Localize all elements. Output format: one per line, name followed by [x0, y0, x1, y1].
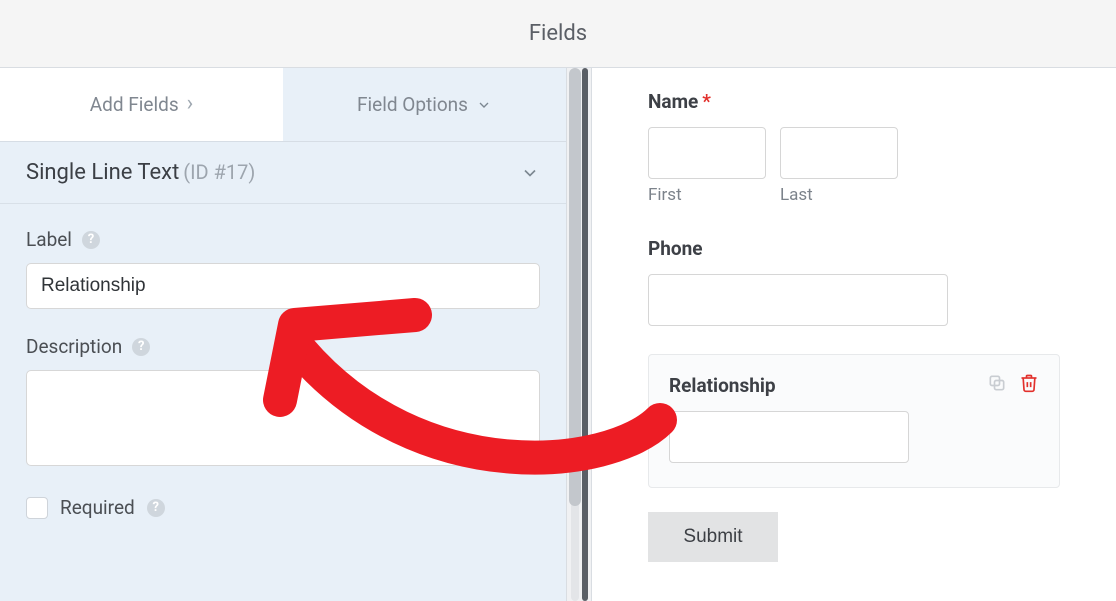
- label-heading-row: Label ?: [26, 228, 540, 251]
- last-sublabel: Last: [780, 185, 898, 205]
- tab-field-options-label: Field Options: [357, 93, 468, 116]
- description-input[interactable]: [26, 370, 540, 466]
- first-name-input[interactable]: [648, 127, 766, 179]
- duplicate-icon[interactable]: [987, 373, 1007, 397]
- required-checkbox[interactable]: [26, 497, 48, 519]
- field-type-label: Single Line Text: [26, 160, 179, 185]
- first-name-wrap: First: [648, 127, 766, 205]
- form-preview: Name * First Last Phone Relationship: [592, 68, 1116, 601]
- page-title: Fields: [529, 21, 587, 46]
- name-field-label: Name *: [648, 90, 1060, 113]
- description-heading-row: Description ?: [26, 335, 540, 358]
- page-header: Fields: [0, 0, 1116, 68]
- main-layout: Add Fields Field Options Single Line Tex…: [0, 68, 1116, 601]
- label-input[interactable]: [26, 263, 540, 309]
- resize-handle[interactable]: [582, 68, 588, 601]
- left-panel: Add Fields Field Options Single Line Tex…: [0, 68, 566, 601]
- tab-field-options[interactable]: Field Options: [283, 68, 566, 141]
- relationship-input[interactable]: [669, 411, 909, 463]
- help-icon[interactable]: ?: [132, 338, 150, 356]
- chevron-down-icon: [476, 97, 492, 113]
- chevron-down-icon: [520, 163, 540, 183]
- submit-button[interactable]: Submit: [648, 512, 778, 562]
- relationship-label: Relationship: [669, 374, 776, 397]
- relationship-header: Relationship: [669, 373, 1039, 397]
- required-label: Required: [60, 496, 135, 519]
- last-name-wrap: Last: [780, 127, 898, 205]
- scroll-thumb[interactable]: [569, 68, 581, 506]
- name-label-text: Name: [648, 90, 698, 113]
- label-heading: Label: [26, 228, 72, 251]
- field-type-wrap: Single Line Text (ID #17): [26, 160, 255, 185]
- name-row: First Last: [648, 127, 1060, 205]
- first-sublabel: First: [648, 185, 766, 205]
- help-icon[interactable]: ?: [82, 231, 100, 249]
- field-header[interactable]: Single Line Text (ID #17): [0, 142, 566, 204]
- last-name-input[interactable]: [780, 127, 898, 179]
- help-icon[interactable]: ?: [147, 499, 165, 517]
- trash-icon[interactable]: [1019, 373, 1039, 397]
- relationship-actions: [987, 373, 1039, 397]
- field-body: Label ? Description ? Required ?: [0, 204, 566, 529]
- required-star-icon: *: [702, 90, 711, 113]
- chevron-right-icon: [187, 92, 194, 117]
- relationship-block[interactable]: Relationship: [648, 354, 1060, 488]
- phone-input[interactable]: [648, 274, 948, 326]
- submit-label: Submit: [683, 526, 742, 547]
- tab-add-fields[interactable]: Add Fields: [0, 68, 283, 141]
- required-row: Required ?: [26, 496, 540, 519]
- tab-add-fields-label: Add Fields: [90, 93, 179, 116]
- phone-block: Phone: [648, 237, 1060, 326]
- panel-tabs: Add Fields Field Options: [0, 68, 566, 142]
- field-id-label: (ID #17): [183, 160, 255, 184]
- description-heading: Description: [26, 335, 122, 358]
- phone-label: Phone: [648, 237, 1060, 260]
- panel-divider[interactable]: [566, 68, 592, 601]
